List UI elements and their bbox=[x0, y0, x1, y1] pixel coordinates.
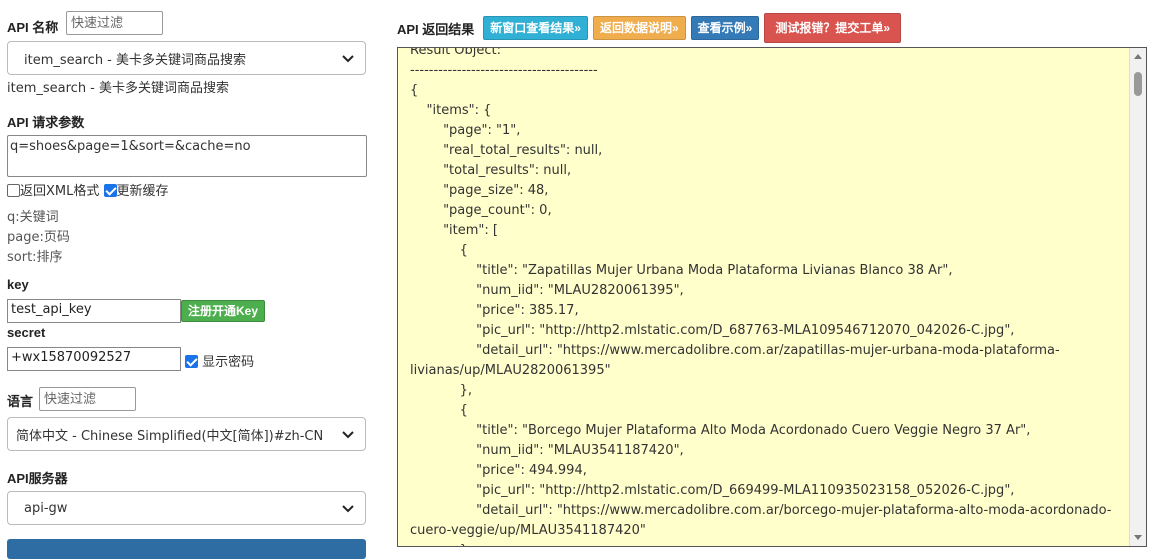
server-select[interactable]: api-gw bbox=[7, 491, 366, 525]
params-label: API 请求参数 bbox=[7, 115, 85, 130]
xml-label: 返回XML格式 bbox=[20, 184, 100, 199]
result-scrollbar[interactable] bbox=[1129, 48, 1146, 546]
show-password-row: 显示密码 bbox=[185, 351, 254, 370]
cache-checkbox[interactable] bbox=[103, 184, 117, 197]
api-select[interactable]: item_search - 美卡多关键词商品搜索 bbox=[7, 41, 366, 75]
cache-label: 更新缓存 bbox=[116, 184, 169, 199]
lang-filter-input[interactable] bbox=[39, 387, 136, 411]
right-panel: API 返回结果 新窗口查看结果» 返回数据说明» 查看示例» 测试报错？提交工… bbox=[390, 0, 1156, 554]
submit-button[interactable] bbox=[7, 539, 366, 559]
hint-q: q:关键词 bbox=[7, 210, 59, 225]
lang-select[interactable]: 简体中文 - Chinese Simplified(中文[简体])#zh-CN bbox=[7, 417, 366, 451]
key-label: key bbox=[7, 277, 29, 292]
show-password-checkbox[interactable] bbox=[185, 355, 198, 368]
api-filter-input[interactable] bbox=[66, 11, 163, 35]
result-toolbar: API 返回结果 新窗口查看结果» 返回数据说明» 查看示例» 测试报错？提交工… bbox=[397, 13, 902, 43]
api-selected-text: item_search - 美卡多关键词商品搜索 bbox=[7, 81, 230, 96]
server-label: API服务器 bbox=[7, 471, 68, 486]
secret-label: secret bbox=[7, 325, 46, 340]
example-button[interactable]: 查看示例» bbox=[690, 16, 760, 40]
left-panel: API 名称 item_search - 美卡多关键词商品搜索 item_sea… bbox=[0, 0, 380, 559]
result-title: API 返回结果 bbox=[397, 21, 475, 37]
params-textarea[interactable]: q=shoes&page=1&sort=&cache=no bbox=[7, 135, 367, 177]
report-issue-button[interactable]: 测试报错？提交工单» bbox=[764, 13, 902, 43]
scroll-up-icon[interactable] bbox=[1134, 54, 1142, 59]
result-box[interactable]: Result Object: -------------------------… bbox=[397, 47, 1147, 547]
hint-sort: sort:排序 bbox=[7, 250, 63, 265]
api-name-label: API 名称 bbox=[7, 20, 59, 35]
xml-checkbox[interactable] bbox=[7, 184, 20, 197]
hint-page: page:页码 bbox=[7, 230, 70, 245]
server-select-value: api-gw bbox=[24, 500, 68, 516]
secret-input[interactable]: +wx15870092527 bbox=[7, 347, 181, 371]
chevron-down-icon bbox=[342, 505, 354, 513]
register-key-button[interactable]: 注册开通Key bbox=[181, 300, 266, 322]
return-desc-button[interactable]: 返回数据说明» bbox=[592, 16, 686, 40]
scroll-thumb[interactable] bbox=[1134, 72, 1142, 96]
lang-label: 语言 bbox=[7, 394, 34, 409]
chevron-down-icon bbox=[342, 55, 354, 63]
new-window-button[interactable]: 新窗口查看结果» bbox=[483, 16, 588, 40]
show-password-label: 显示密码 bbox=[202, 355, 255, 370]
key-input[interactable]: test_api_key bbox=[7, 299, 181, 323]
result-text: Result Object: -------------------------… bbox=[410, 47, 1112, 546]
chevron-down-icon bbox=[342, 431, 354, 439]
options-row: 返回XML格式 更新缓存 bbox=[7, 180, 169, 199]
api-select-value: item_search - 美卡多关键词商品搜索 bbox=[24, 52, 247, 68]
lang-select-value: 简体中文 - Chinese Simplified(中文[简体])#zh-CN bbox=[16, 428, 324, 444]
scroll-down-icon[interactable] bbox=[1134, 535, 1142, 540]
